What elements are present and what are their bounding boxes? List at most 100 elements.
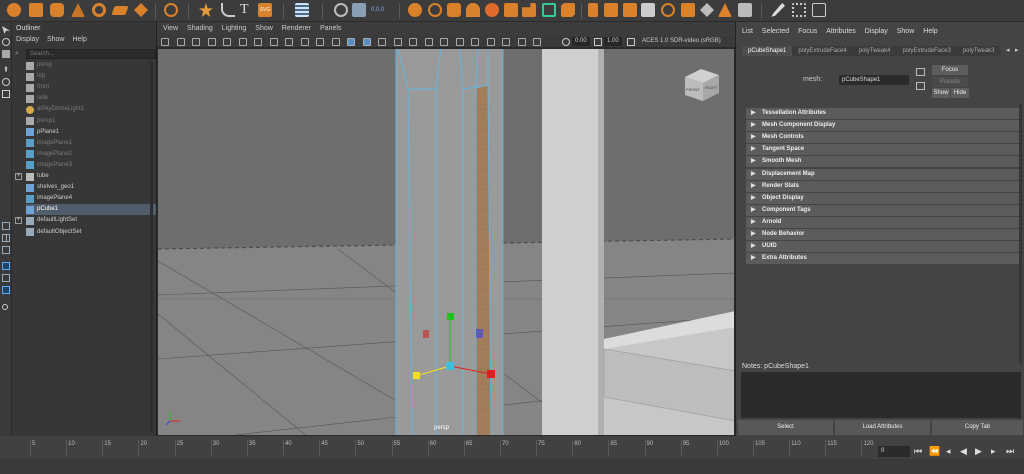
outliner-item[interactable]: + defaultLightSet — [15, 215, 156, 226]
load-attributes-button[interactable]: Load Attributes — [835, 420, 930, 435]
ae-section-header[interactable]: ▶ Extra Attributes — [746, 253, 1020, 265]
viewport-menu-view[interactable]: View — [163, 22, 178, 36]
disc-tool-icon[interactable] — [134, 3, 148, 17]
quad-draw-tool-icon[interactable] — [681, 3, 695, 17]
ae-menu-focus[interactable]: Focus — [798, 28, 817, 35]
extract-tool-icon[interactable] — [485, 3, 499, 17]
depth-of-field-icon[interactable] — [471, 38, 479, 46]
smooth-tool-icon[interactable] — [408, 3, 422, 17]
search-tool-icon[interactable] — [2, 304, 8, 310]
range-slider[interactable] — [0, 459, 1024, 474]
layout-single-icon[interactable] — [2, 222, 10, 230]
go-to-start-icon[interactable]: ⏮ — [914, 445, 922, 457]
smooth-shade-icon[interactable] — [347, 38, 355, 46]
offset-loop-tool-icon[interactable] — [623, 3, 637, 17]
viewport-3d[interactable]: persp FRONT RIGHT — [157, 48, 735, 436]
safe-title-icon[interactable] — [316, 38, 324, 46]
exposure-field[interactable]: 0.00 — [572, 37, 590, 46]
coordinates-tool-icon[interactable]: 0,0,0 — [371, 3, 385, 17]
ae-menu-selected[interactable]: Selected — [762, 28, 789, 35]
play-backward-icon[interactable]: ◀ — [960, 445, 967, 457]
grid-toggle-icon[interactable] — [223, 38, 231, 46]
layout-four-icon[interactable] — [2, 234, 10, 242]
step-back-key-icon[interactable]: ⏪ — [929, 445, 940, 457]
gamma-field[interactable]: 1.00 — [604, 37, 622, 46]
ae-section-header[interactable]: ▶ Object Display — [746, 192, 1020, 204]
viewport-menu-shading[interactable]: Shading — [187, 22, 213, 36]
mirror-tool-icon[interactable] — [428, 3, 442, 17]
ae-scrollbar[interactable] — [1019, 104, 1022, 364]
target-weld-tool-icon[interactable] — [700, 3, 714, 17]
ae-tab[interactable]: polyTweak3 — [956, 46, 1001, 56]
sculpt-tool-icon[interactable] — [738, 3, 752, 17]
boolean-tool-icon[interactable] — [504, 3, 518, 17]
viewport-menu-renderer[interactable]: Renderer — [282, 22, 311, 36]
ae-section-header[interactable]: ▶ Tangent Space — [746, 144, 1020, 156]
deformer-tool-icon[interactable] — [334, 3, 348, 17]
anti-alias-icon[interactable] — [455, 38, 464, 46]
expand-icon[interactable]: + — [15, 217, 22, 225]
ae-section-header[interactable]: ▶ Component Tags — [746, 204, 1020, 216]
ae-tab[interactable]: polyExtrudeFace3 — [896, 46, 957, 56]
ae-menu-display[interactable]: Display — [865, 28, 888, 35]
ae-menu-show[interactable]: Show — [897, 28, 915, 35]
insert-loop-tool-icon[interactable] — [604, 3, 618, 17]
ae-section-header[interactable]: ▶ Tessellation Attributes — [746, 108, 1020, 119]
safe-action-icon[interactable] — [300, 38, 309, 46]
step-forward-frame-icon[interactable]: ▸ — [991, 445, 996, 457]
default-material-icon[interactable] — [362, 38, 371, 46]
select-camera-icon[interactable] — [161, 38, 169, 46]
xray-joints-icon[interactable] — [517, 38, 526, 46]
outliner-item[interactable]: imagePlane1 — [26, 138, 156, 149]
screen-ao-icon[interactable] — [424, 38, 433, 46]
outliner-menu-display[interactable]: Display — [16, 36, 39, 43]
tab-right-arrow-icon[interactable]: ▸ — [1015, 47, 1022, 55]
fill-hole-tool-icon[interactable] — [661, 3, 675, 17]
ae-tab[interactable]: polyExtrudeFace4 — [792, 46, 853, 56]
outliner-item[interactable]: pPlane1 — [26, 127, 156, 138]
xray-icon[interactable] — [502, 38, 510, 46]
presets-button[interactable]: Presets — [932, 77, 968, 87]
bridge-tool-icon[interactable] — [542, 3, 556, 17]
crease-tool-icon[interactable] — [718, 3, 732, 17]
go-to-end-icon[interactable]: ⏭ — [1006, 445, 1014, 457]
svg-tool-icon[interactable]: SVG — [258, 3, 272, 17]
select-tool-icon[interactable] — [2, 26, 10, 34]
move-tool-icon[interactable] — [4, 66, 8, 72]
curve-tool-icon[interactable] — [221, 3, 235, 17]
grid-tool-icon[interactable] — [295, 3, 309, 17]
lattice-tool-icon[interactable] — [352, 3, 366, 17]
outliner-menu-help[interactable]: Help — [72, 36, 86, 43]
color-management-icon[interactable] — [627, 38, 635, 46]
hide-button[interactable]: Hide — [951, 88, 969, 98]
outliner-item[interactable]: side — [26, 93, 156, 104]
ae-tab[interactable]: pCubeShape1 — [742, 46, 793, 56]
lasso-tool-icon[interactable] — [2, 38, 10, 46]
layout-side-icon[interactable] — [2, 246, 10, 254]
viewport-menu-lighting[interactable]: Lighting — [222, 22, 247, 36]
ae-tab[interactable]: polyTweak4 — [852, 46, 897, 56]
isolate-select-icon[interactable] — [486, 38, 495, 46]
extrude-tool-icon[interactable] — [522, 3, 536, 17]
viewcube-front-label[interactable]: FRONT — [686, 87, 700, 92]
show-button[interactable]: Show — [932, 88, 950, 98]
layout-persp-icon[interactable] — [2, 286, 10, 294]
outliner-item[interactable]: imagePlane4 — [26, 193, 156, 204]
outliner-item[interactable]: defaultObjectSet — [26, 227, 156, 238]
ae-section-header[interactable]: ▶ Arnold — [746, 216, 1020, 228]
append-tool-icon[interactable] — [641, 3, 655, 17]
ae-section-header[interactable]: ▶ UUID — [746, 241, 1020, 253]
ae-section-header[interactable]: ▶ Node Behavior — [746, 229, 1020, 240]
motion-blur-icon[interactable] — [440, 38, 448, 46]
focus-button[interactable]: Focus — [932, 65, 968, 75]
pencil-tool-icon[interactable] — [771, 3, 785, 17]
lattice-frame-icon[interactable] — [792, 3, 806, 17]
camera-attributes-icon[interactable] — [176, 38, 185, 46]
combine-tool-icon[interactable] — [447, 3, 461, 17]
cluster-tool-icon[interactable] — [812, 3, 826, 17]
ae-menu-help[interactable]: Help — [923, 28, 937, 35]
torus-tool-icon[interactable] — [92, 3, 106, 17]
notes-textarea[interactable] — [741, 372, 1021, 418]
cylinder-tool-icon[interactable] — [50, 3, 64, 17]
ae-section-header[interactable]: ▶ Render Stats — [746, 180, 1020, 192]
